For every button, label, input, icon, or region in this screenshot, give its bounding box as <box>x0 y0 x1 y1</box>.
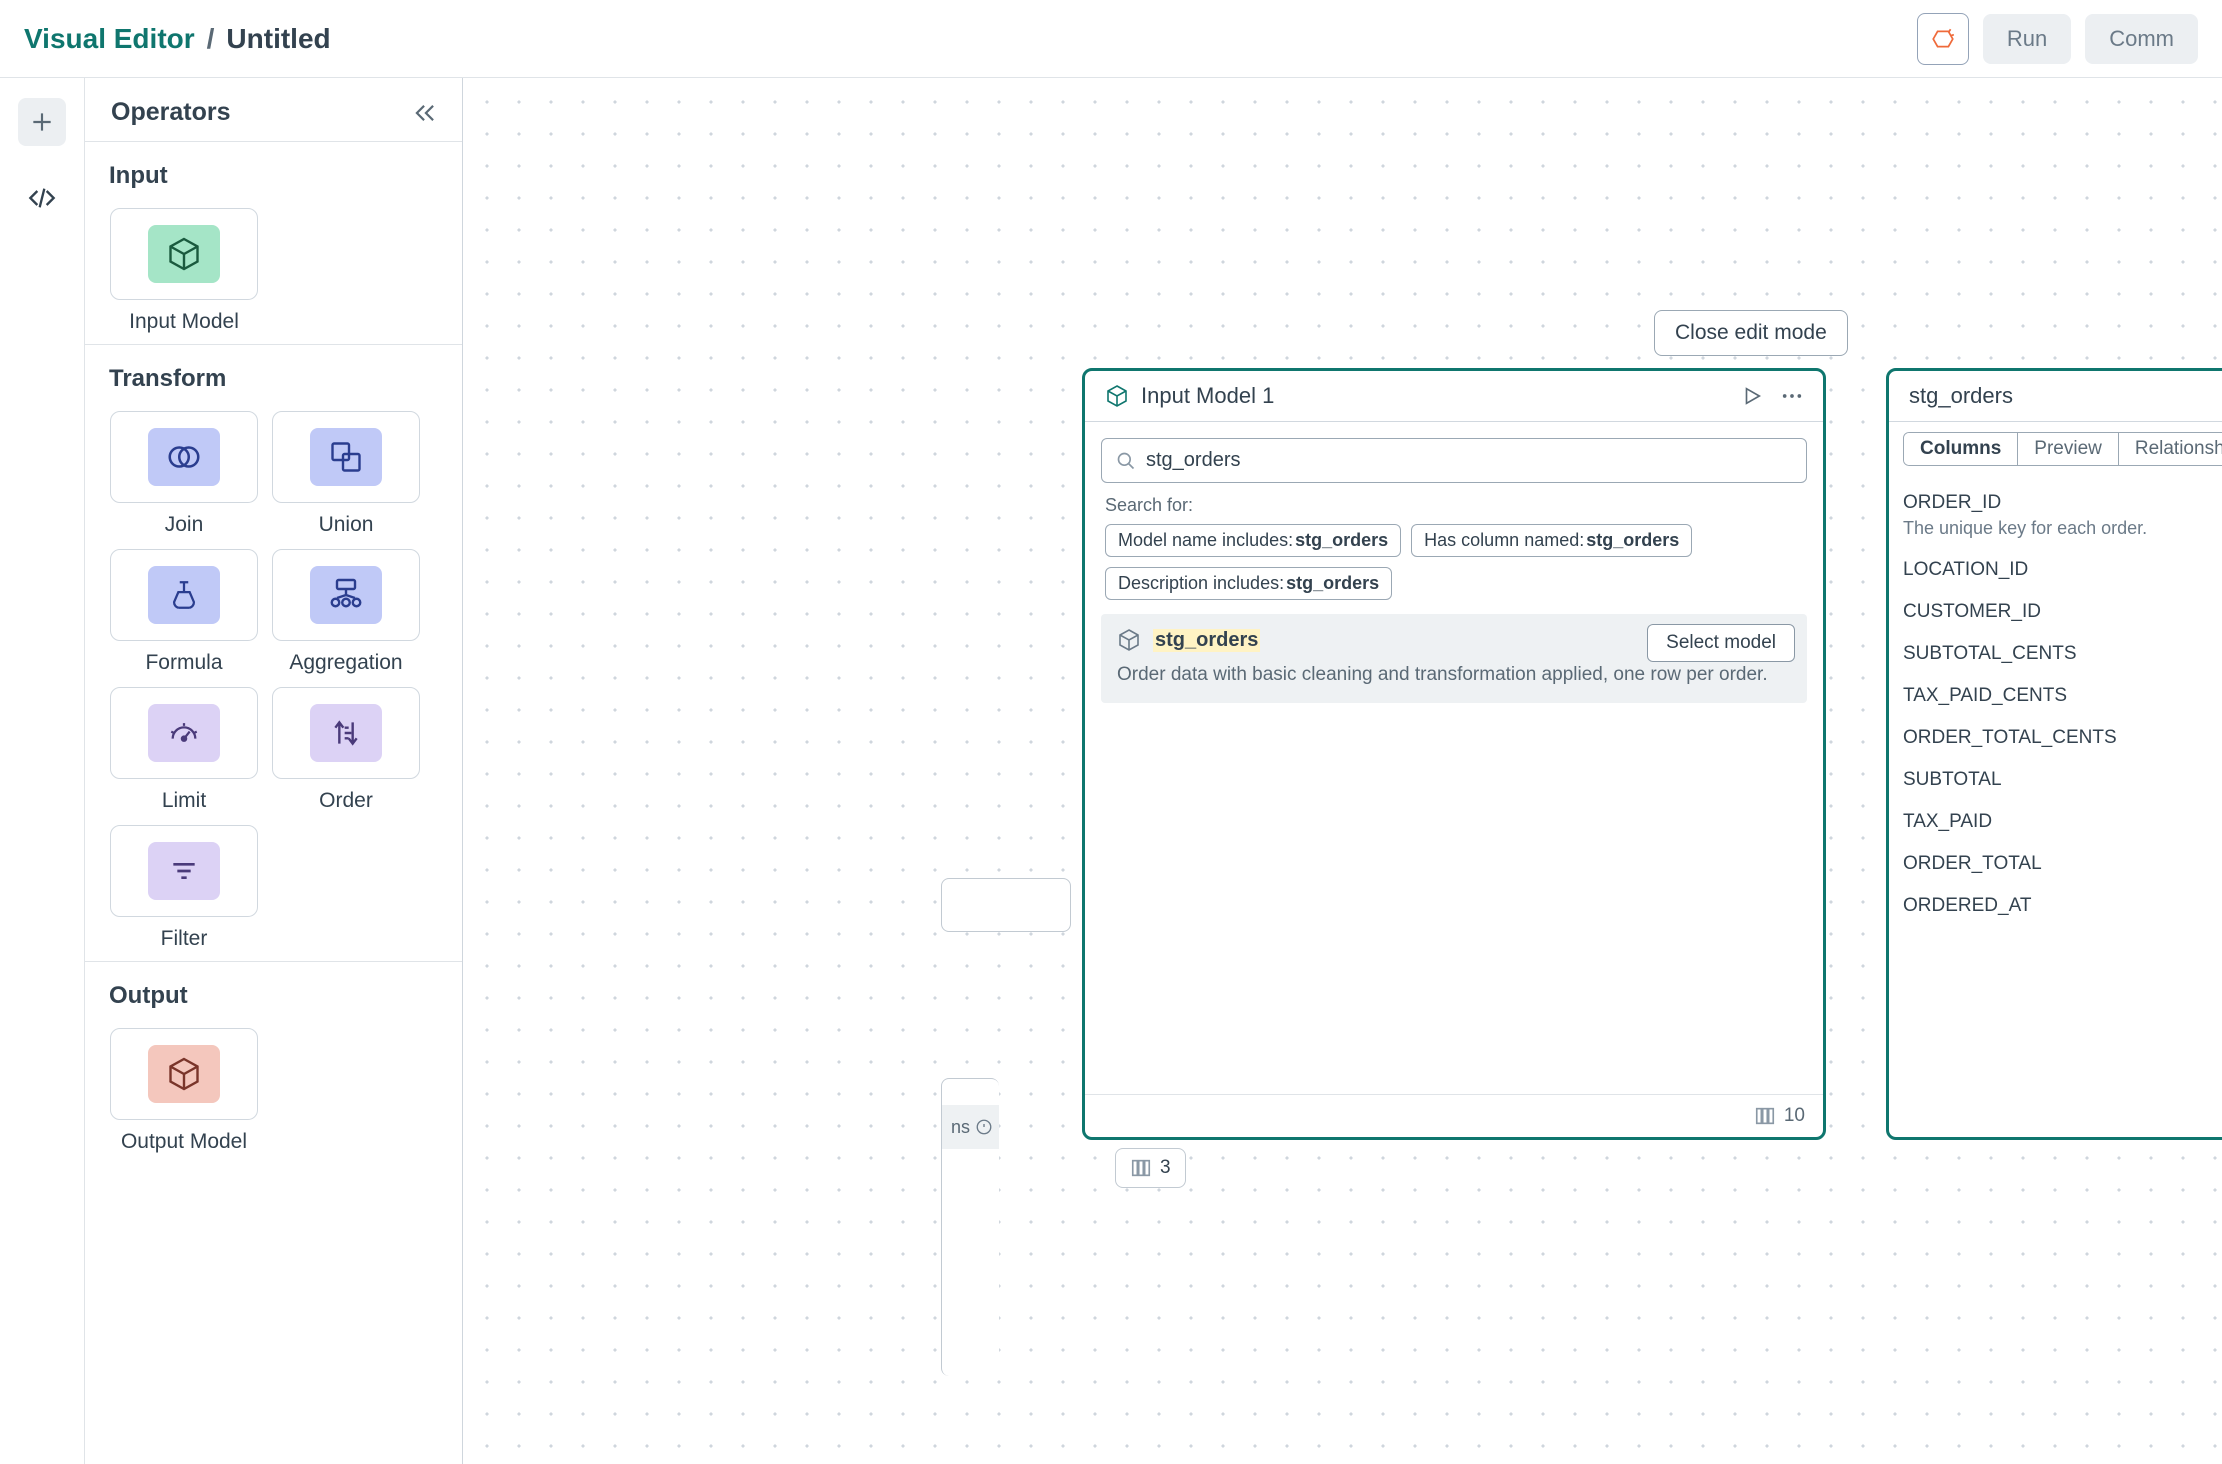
filter-chip-description[interactable]: Description includes: stg_orders <box>1105 567 1392 600</box>
section-title-transform: Transform <box>109 365 438 393</box>
column-row[interactable]: ORDERED_ATTIMESTAMP_NTZ <box>1903 885 2222 927</box>
column-name: LOCATION_ID <box>1903 559 2028 581</box>
top-actions: Run Comm <box>1917 13 2198 65</box>
column-name: SUBTOTAL <box>1903 769 2002 791</box>
column-name: TAX_PAID_CENTS <box>1903 685 2067 707</box>
column-row[interactable]: TAX_PAIDNUMBER <box>1903 801 2222 843</box>
operator-union[interactable]: Union <box>271 411 421 537</box>
model-detail-card: stg_orders Columns Preview Relationship … <box>1886 368 2222 1140</box>
tab-preview[interactable]: Preview <box>2018 433 2119 465</box>
column-name: TAX_PAID <box>1903 811 1992 833</box>
search-icon <box>1116 451 1136 471</box>
run-node-icon[interactable] <box>1741 385 1763 407</box>
search-result-item[interactable]: stg_orders Select model Order data with … <box>1101 614 1807 703</box>
canvas[interactable]: Close edit mode ns 3 Input Model 1 <box>463 78 2222 1464</box>
cube-icon <box>1117 628 1141 652</box>
search-input-wrapper[interactable] <box>1101 438 1807 483</box>
more-icon[interactable] <box>1781 392 1803 400</box>
operator-limit[interactable]: Limit <box>109 687 259 813</box>
background-node: ns <box>941 1078 999 1376</box>
column-row[interactable]: ORDER_TOTAL_CENTSNUMBER <box>1903 717 2222 759</box>
input-model-card: Input Model 1 Search for: Model <box>1082 368 1826 1140</box>
result-name: stg_orders <box>1153 629 1260 652</box>
operator-input-model[interactable]: Input Model <box>109 208 259 334</box>
column-count: 10 <box>1784 1105 1805 1127</box>
column-name: ORDER_ID <box>1903 492 2147 514</box>
left-rail <box>0 78 85 1464</box>
filter-chip-model-name[interactable]: Model name includes: stg_orders <box>1105 524 1401 557</box>
collapse-panel-icon[interactable] <box>414 104 436 122</box>
column-name: ORDER_TOTAL_CENTS <box>1903 727 2117 749</box>
operator-filter[interactable]: Filter <box>109 825 259 951</box>
code-view-button[interactable] <box>18 174 66 222</box>
column-row[interactable]: LOCATION_IDTEXT <box>1903 549 2222 591</box>
operator-join[interactable]: Join <box>109 411 259 537</box>
column-description: The unique key for each order. <box>1903 518 2147 539</box>
operator-aggregation[interactable]: Aggregation <box>271 549 421 675</box>
run-button[interactable]: Run <box>1983 14 2071 64</box>
operator-output-model[interactable]: Output Model <box>109 1028 259 1154</box>
column-count-badge: 3 <box>1115 1148 1186 1188</box>
search-input[interactable] <box>1146 449 1792 472</box>
select-model-button[interactable]: Select model <box>1647 624 1795 662</box>
breadcrumb-separator: / <box>207 23 215 55</box>
column-name: SUBTOTAL_CENTS <box>1903 643 2077 665</box>
section-title-output: Output <box>109 982 438 1010</box>
panel-title: Operators <box>111 98 230 127</box>
column-row[interactable]: CUSTOMER_IDTEXT <box>1903 591 2222 633</box>
detail-title: stg_orders <box>1909 383 2222 409</box>
column-name: ORDERED_AT <box>1903 895 2031 917</box>
operator-formula[interactable]: Formula <box>109 549 259 675</box>
card-title: Input Model 1 <box>1141 383 1741 409</box>
tab-relationship[interactable]: Relationship <box>2119 433 2222 465</box>
columns-list: ORDER_IDThe unique key for each order.TE… <box>1889 476 2222 1137</box>
commit-button[interactable]: Comm <box>2085 14 2198 64</box>
add-button[interactable] <box>18 98 66 146</box>
result-description: Order data with basic cleaning and trans… <box>1117 662 1791 689</box>
app-name[interactable]: Visual Editor <box>24 23 195 55</box>
column-row[interactable]: SUBTOTALNUMBER <box>1903 759 2222 801</box>
breadcrumb: Visual Editor / Untitled <box>24 23 331 55</box>
column-row[interactable]: ORDER_TOTALNUMBER <box>1903 843 2222 885</box>
close-edit-button[interactable]: Close edit mode <box>1654 310 1848 356</box>
section-title-input: Input <box>109 162 438 190</box>
assist-button[interactable] <box>1917 13 1969 65</box>
tab-columns[interactable]: Columns <box>1904 433 2018 465</box>
background-node <box>941 878 1071 932</box>
columns-icon <box>1754 1105 1776 1127</box>
column-row[interactable]: TAX_PAID_CENTSNUMBER <box>1903 675 2222 717</box>
search-for-label: Search for: <box>1101 495 1807 516</box>
filter-chip-has-column[interactable]: Has column named: stg_orders <box>1411 524 1692 557</box>
operators-panel: Operators Input Input Model Transform <box>85 78 463 1464</box>
tab-group: Columns Preview Relationship <box>1903 432 2222 466</box>
column-name: ORDER_TOTAL <box>1903 853 2042 875</box>
top-bar: Visual Editor / Untitled Run Comm <box>0 0 2222 78</box>
column-row[interactable]: ORDER_IDThe unique key for each order.TE… <box>1903 482 2222 549</box>
operator-order[interactable]: Order <box>271 687 421 813</box>
column-row[interactable]: SUBTOTAL_CENTSNUMBER <box>1903 633 2222 675</box>
cube-icon <box>1105 384 1129 408</box>
page-title[interactable]: Untitled <box>226 23 330 55</box>
column-name: CUSTOMER_ID <box>1903 601 2041 623</box>
